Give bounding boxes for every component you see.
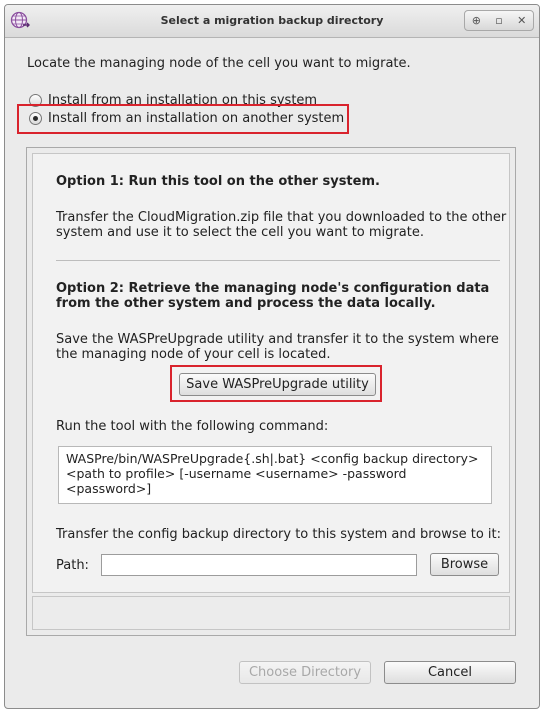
command-label: Run the tool with the following command:	[56, 419, 329, 434]
dialog-window: Select a migration backup directory ⊕ ▫ …	[4, 4, 540, 709]
command-line-2: <path to profile> [-username <username> …	[66, 466, 407, 481]
title-bar[interactable]: Select a migration backup directory ⊕ ▫ …	[5, 5, 539, 38]
path-label: Path:	[56, 558, 89, 573]
option1-heading: Option 1: Run this tool on the other sys…	[56, 174, 380, 189]
options-panel: Option 1: Run this tool on the other sys…	[26, 147, 516, 636]
transfer-text: Transfer the config backup directory to …	[56, 527, 502, 542]
browse-button[interactable]: Browse	[430, 553, 499, 576]
window-controls: ⊕ ▫ ✕	[464, 10, 534, 31]
cancel-button[interactable]: Cancel	[384, 661, 516, 684]
command-line-1: WASPre/bin/WASPreUpgrade{.sh|.bat} <conf…	[66, 451, 479, 466]
highlight-save-button	[170, 365, 382, 402]
option2-heading-line2: from the other system and process the da…	[56, 296, 436, 311]
path-input[interactable]	[101, 554, 417, 576]
option2-text-line1: Save the WASPreUpgrade utility and trans…	[56, 332, 499, 347]
close-icon[interactable]: ✕	[510, 11, 533, 30]
option1-text-line2: system and use it to select the cell you…	[56, 225, 424, 240]
options-panel-inner: Option 1: Run this tool on the other sys…	[32, 153, 510, 593]
maximize-icon[interactable]: ▫	[488, 11, 511, 30]
option2-heading-line1: Option 2: Retrieve the managing node's c…	[56, 281, 490, 296]
command-textbox[interactable]: WASPre/bin/WASPreUpgrade{.sh|.bat} <conf…	[58, 446, 492, 504]
section-divider	[56, 260, 500, 261]
window-title: Select a migration backup directory	[160, 14, 384, 27]
highlight-other-system	[17, 104, 349, 134]
option2-text-line2: the managing node of your cell is locate…	[56, 347, 331, 362]
options-panel-footer	[32, 596, 510, 630]
intro-text: Locate the managing node of the cell you…	[27, 56, 411, 71]
command-line-3: <password>]	[66, 481, 152, 496]
choose-directory-button[interactable]: Choose Directory	[239, 661, 371, 684]
option1-text-line1: Transfer the CloudMigration.zip file tha…	[56, 210, 507, 225]
pin-icon[interactable]: ⊕	[465, 11, 488, 30]
